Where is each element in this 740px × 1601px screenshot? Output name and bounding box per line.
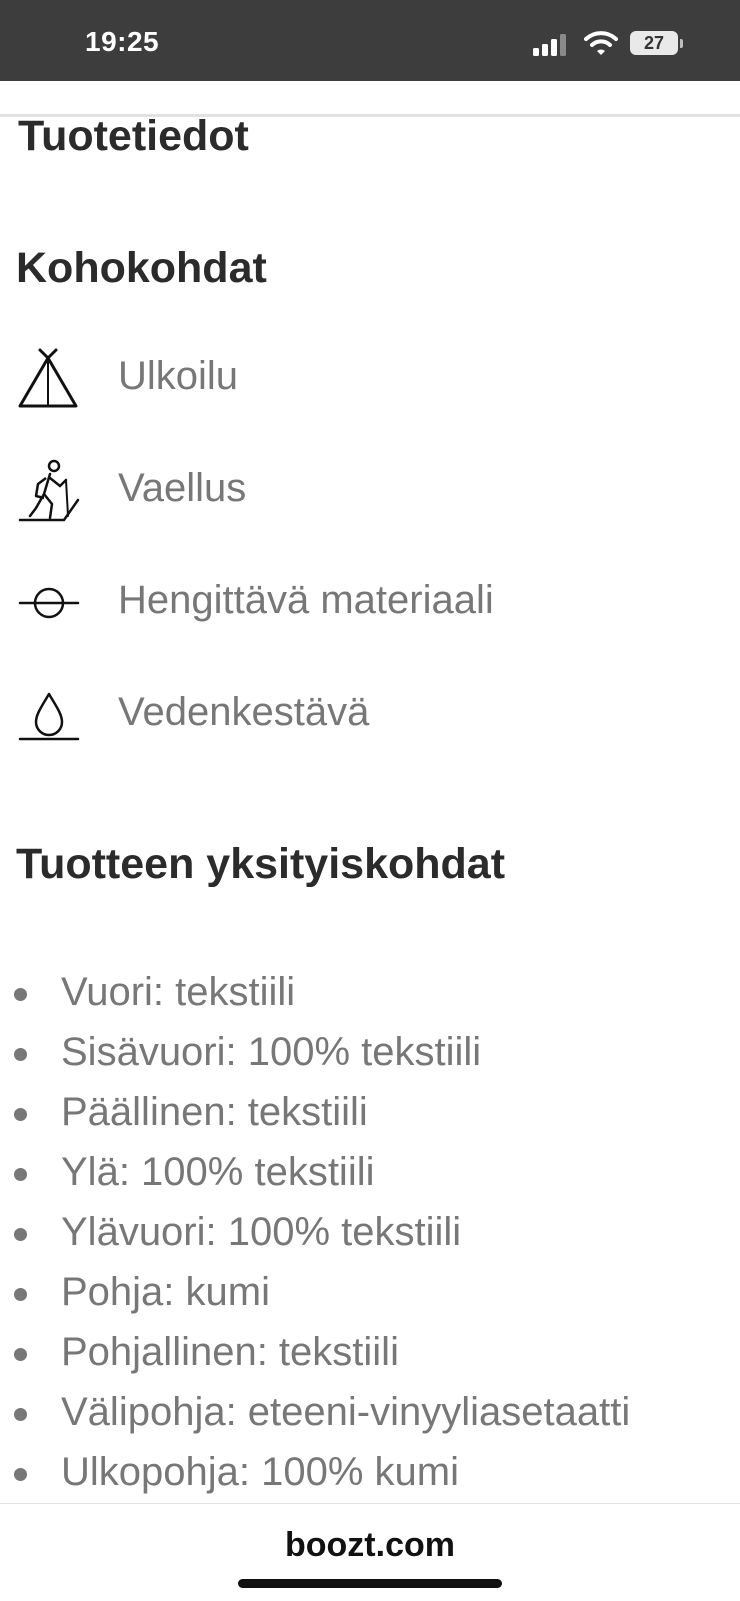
- highlight-label: Vedenkestävä: [118, 690, 370, 734]
- highlight-item-waterproof: Vedenkestävä: [0, 682, 740, 762]
- cellular-signal-icon: [533, 34, 566, 56]
- details-title: Tuotteen yksityiskohdat: [16, 840, 506, 888]
- detail-text: Päällinen: tekstiili: [61, 1090, 368, 1134]
- bullet: [14, 1408, 27, 1421]
- highlight-label: Ulkoilu: [118, 354, 239, 398]
- list-item: Pohja: kumi: [0, 1268, 740, 1328]
- highlight-item-outdoor: Ulkoilu: [0, 346, 740, 426]
- detail-text: Ylä: 100% tekstiili: [61, 1150, 375, 1194]
- home-indicator[interactable]: [238, 1579, 502, 1588]
- list-item: Vuori: tekstiili: [0, 968, 740, 1028]
- bullet: [14, 1048, 27, 1061]
- detail-text: Ylävuori: 100% tekstiili: [61, 1210, 462, 1254]
- list-item: Sisävuori: 100% tekstiili: [0, 1028, 740, 1088]
- bullet: [14, 1228, 27, 1241]
- browser-address-bar[interactable]: boozt.com: [0, 1503, 740, 1601]
- list-item: Ylä: 100% tekstiili: [0, 1148, 740, 1208]
- bullet: [14, 988, 27, 1001]
- detail-text: Pohja: kumi: [61, 1270, 270, 1314]
- highlight-label: Hengittävä materiaali: [118, 578, 494, 622]
- highlight-item-hiking: Vaellus: [0, 458, 740, 538]
- list-item: Pohjallinen: tekstiili: [0, 1328, 740, 1388]
- page-title: Tuotetiedot: [18, 112, 249, 160]
- status-time: 19:25: [85, 26, 160, 57]
- bullet: [14, 1108, 27, 1121]
- detail-text: Vuori: tekstiili: [61, 970, 296, 1014]
- highlight-label: Vaellus: [118, 466, 247, 510]
- detail-text: Sisävuori: 100% tekstiili: [61, 1030, 482, 1074]
- hiker-icon: [18, 459, 80, 522]
- bullet: [14, 1288, 27, 1301]
- bullet: [14, 1168, 27, 1181]
- battery-level: 27: [630, 31, 678, 55]
- wifi-icon: [584, 31, 618, 55]
- highlight-item-breathable: Hengittävä materiaali: [0, 570, 740, 650]
- list-item: Päällinen: tekstiili: [0, 1088, 740, 1148]
- site-domain[interactable]: boozt.com: [0, 1526, 740, 1565]
- detail-text: Ulkopohja: 100% kumi: [61, 1450, 459, 1494]
- list-item: Ylävuori: 100% tekstiili: [0, 1208, 740, 1268]
- bullet: [14, 1348, 27, 1361]
- water-drop-icon: [18, 692, 80, 741]
- list-item: Välipohja: eteeni-vinyyliasetaatti: [0, 1388, 740, 1448]
- tent-icon: [18, 348, 78, 408]
- list-item: Ulkopohja: 100% kumi: [0, 1448, 740, 1508]
- detail-text: Välipohja: eteeni-vinyyliasetaatti: [61, 1390, 631, 1434]
- battery-icon: 27: [630, 31, 684, 57]
- bullet: [14, 1468, 27, 1481]
- details-list: Vuori: tekstiili Sisävuori: 100% tekstii…: [0, 968, 740, 1508]
- highlights-title: Kohokohdat: [16, 244, 267, 292]
- breathable-icon: [18, 587, 80, 619]
- battery-tip: [680, 39, 683, 48]
- status-bar: 19:25 27: [0, 0, 740, 81]
- detail-text: Pohjallinen: tekstiili: [61, 1330, 399, 1374]
